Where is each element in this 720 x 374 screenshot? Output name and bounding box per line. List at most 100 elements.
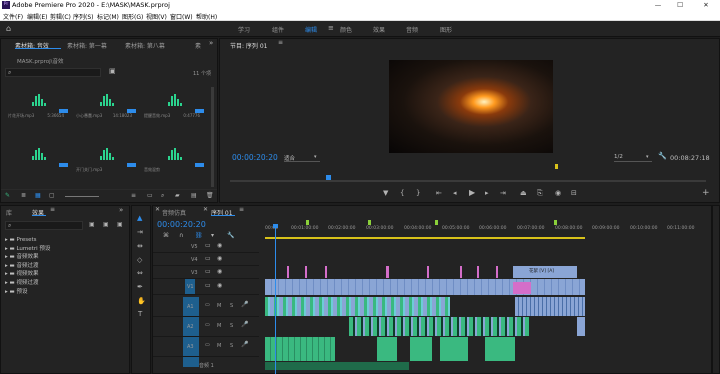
- menu-sequence[interactable]: 序列(S): [73, 12, 94, 21]
- menu-view[interactable]: 视图(V): [146, 12, 167, 21]
- track-header-a2[interactable]: A2 ▭ M S 🎤: [153, 317, 259, 337]
- sort-icon[interactable]: ≡: [131, 192, 136, 199]
- go-to-in-icon[interactable]: ⇤: [436, 189, 442, 197]
- add-marker-icon[interactable]: ▼: [383, 189, 388, 197]
- workspace-audio[interactable]: 音频: [406, 25, 418, 34]
- track-area[interactable]: 花絮 [V] [A]: [265, 240, 711, 373]
- audio-clip-a2[interactable]: [349, 317, 529, 336]
- add-marker-icon[interactable]: ▾: [211, 232, 214, 239]
- tree-item-user-presets[interactable]: ▸ ▬ 预设: [5, 288, 50, 297]
- snap-icon[interactable]: ∩: [179, 232, 183, 239]
- workspace-editing[interactable]: 编辑: [305, 25, 317, 34]
- menu-marker[interactable]: 标记(M): [97, 12, 119, 21]
- track-header-v5[interactable]: V5 ▭ ◉: [153, 240, 259, 253]
- nest-icon[interactable]: ⌘: [163, 232, 169, 239]
- type-tool-icon[interactable]: T: [138, 310, 142, 318]
- go-to-out-icon[interactable]: ⇥: [500, 189, 506, 197]
- minimize-button[interactable]: —: [650, 0, 666, 11]
- play-icon[interactable]: ▶: [469, 188, 475, 197]
- panel-menu-icon[interactable]: ≡: [50, 206, 55, 213]
- tab-bin-more[interactable]: 素: [195, 41, 201, 50]
- icon-view-icon[interactable]: ▦: [35, 192, 41, 199]
- tab-bin-act1[interactable]: 素材箱: 第一幕: [67, 41, 107, 50]
- mark-out-icon[interactable]: }: [416, 189, 420, 197]
- menu-edit[interactable]: 编辑(E): [27, 12, 47, 21]
- tree-item-presets[interactable]: ▸ ▬ Presets: [5, 236, 50, 245]
- video-clip[interactable]: [427, 266, 429, 278]
- panel-menu-icon[interactable]: ≡: [278, 39, 283, 46]
- track-header-a3[interactable]: A3 ▭ M S 🎤: [153, 337, 259, 357]
- playhead-line[interactable]: [275, 224, 276, 374]
- pencil-icon[interactable]: ✎: [5, 192, 10, 199]
- hand-tool-icon[interactable]: ✋: [137, 297, 146, 305]
- step-forward-icon[interactable]: ▸: [485, 189, 489, 197]
- media-thumbnail[interactable]: 片花开场.mp3 5:36654: [6, 87, 70, 125]
- video-clip[interactable]: [325, 266, 327, 278]
- find-icon[interactable]: ⌕: [161, 192, 164, 200]
- video-clip-v1[interactable]: [265, 279, 585, 295]
- tab-bin-act8[interactable]: 素材箱: 第八幕: [125, 41, 165, 50]
- mark-in-icon[interactable]: {: [400, 189, 404, 197]
- sequence-marker[interactable]: [306, 220, 309, 225]
- close-icon[interactable]: ✕: [155, 206, 160, 213]
- video-clip[interactable]: [496, 266, 498, 278]
- work-area-bar[interactable]: [265, 237, 585, 239]
- comparison-view-icon[interactable]: ⊟: [571, 189, 577, 197]
- workspace-learn[interactable]: 学习: [238, 25, 250, 34]
- workspace-graphics[interactable]: 图形: [440, 25, 452, 34]
- playhead-handle[interactable]: [273, 224, 278, 228]
- home-icon[interactable]: ⌂: [6, 24, 11, 33]
- tab-libraries[interactable]: 库: [6, 208, 12, 217]
- lift-icon[interactable]: ⏏: [520, 189, 527, 197]
- video-clip[interactable]: [477, 266, 479, 278]
- menu-help[interactable]: 帮助(H): [196, 12, 217, 21]
- tree-item-lumetri-presets[interactable]: ▸ ▬ Lumetri 预设: [5, 245, 50, 254]
- tree-item-video-transitions[interactable]: ▸ ▬ 视频过渡: [5, 279, 50, 288]
- panel-overflow-icon[interactable]: »: [119, 206, 123, 214]
- video-clip[interactable]: [460, 266, 462, 278]
- marker[interactable]: [555, 164, 558, 169]
- time-ruler[interactable]: 00:00 00:01:00:00 00:02:00:00 00:03:00:0…: [265, 226, 705, 236]
- camera-icon[interactable]: ◉: [555, 189, 561, 197]
- track-header-a1[interactable]: A1 ▭ M S 🎤: [153, 297, 259, 317]
- selection-tool-icon[interactable]: ▲: [137, 214, 142, 222]
- workspace-assembly[interactable]: 组件: [272, 25, 284, 34]
- razor-tool-icon[interactable]: ◇: [137, 256, 142, 264]
- wrench-icon[interactable]: 🔧: [658, 152, 667, 160]
- close-button[interactable]: ✕: [698, 0, 714, 11]
- tree-item-video-effects[interactable]: ▸ ▬ 视频效果: [5, 270, 50, 279]
- accelerated-effects-icon[interactable]: ▣: [89, 221, 95, 228]
- automate-icon[interactable]: ▭: [147, 192, 153, 199]
- track-select-tool-icon[interactable]: ⇥: [137, 228, 143, 236]
- track-header-v4[interactable]: V4 ▭ ◉: [153, 253, 259, 266]
- media-thumbnail[interactable]: 提醒音效.mp3 0:47776: [142, 87, 206, 125]
- ripple-edit-tool-icon[interactable]: ⇹: [137, 242, 143, 250]
- new-bin-icon[interactable]: ▣: [109, 67, 116, 75]
- media-thumbnail[interactable]: 开门关门.mp3: [74, 141, 138, 179]
- menu-graphics[interactable]: 图形(G): [122, 12, 143, 21]
- workspace-effects[interactable]: 效果: [373, 25, 385, 34]
- step-back-icon[interactable]: ◂: [453, 189, 457, 197]
- timeline-settings-icon[interactable]: 🔧: [227, 232, 234, 239]
- playhead-timecode[interactable]: 00:00:20:20: [232, 153, 278, 162]
- maximize-button[interactable]: ☐: [672, 0, 688, 11]
- new-bin-button-icon[interactable]: ▰: [175, 192, 180, 199]
- add-button-icon[interactable]: +: [702, 188, 710, 198]
- effects-search-input[interactable]: ⌕: [5, 221, 83, 230]
- search-input[interactable]: ⌕: [5, 68, 101, 77]
- sequence-marker[interactable]: [554, 220, 557, 225]
- track-header-v3[interactable]: V3 ▭ ◉: [153, 266, 259, 279]
- playhead-handle[interactable]: [326, 175, 331, 180]
- media-thumbnail[interactable]: [6, 141, 70, 179]
- menu-file[interactable]: 文件(F): [3, 12, 23, 21]
- yuv-effects-icon[interactable]: ▣: [117, 221, 123, 228]
- scrub-bar[interactable]: [230, 180, 706, 182]
- video-clip[interactable]: [513, 282, 531, 294]
- list-view-icon[interactable]: ≣: [21, 192, 26, 199]
- resolution-select[interactable]: 1/2 ▾: [614, 154, 652, 162]
- close-icon[interactable]: ✕: [203, 206, 208, 213]
- audio-clip[interactable]: [440, 337, 468, 361]
- zoom-select[interactable]: 适合 ▾: [284, 154, 320, 162]
- audio-clip[interactable]: [377, 337, 397, 361]
- linked-selection-icon[interactable]: ⛓: [195, 232, 203, 239]
